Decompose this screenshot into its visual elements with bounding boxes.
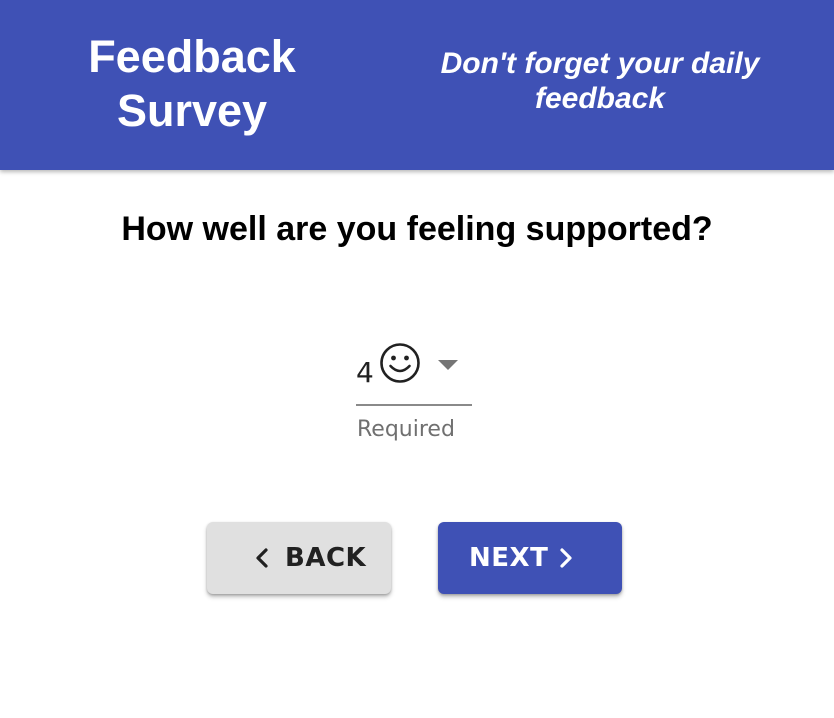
back-button-label: BACK: [285, 543, 367, 573]
next-button[interactable]: NEXT: [438, 522, 622, 594]
header-title-line-1: Feedback: [88, 31, 296, 82]
header-tagline-line-1: Don't forget your daily: [440, 47, 760, 80]
header-title: Feedback Survey: [62, 30, 322, 138]
app-header: Feedback Survey Don't forget your daily …: [0, 0, 834, 170]
rating-select-value: 4: [356, 356, 374, 389]
header-tagline: Don't forget your daily feedback: [410, 46, 790, 116]
rating-helper-text: Required: [357, 417, 455, 442]
dropdown-arrow-icon: [438, 360, 458, 370]
header-tagline-line-2: feedback: [534, 82, 666, 115]
smiley-face-icon: [380, 343, 420, 383]
back-button[interactable]: BACK: [207, 522, 391, 594]
header-title-line-2: Survey: [116, 85, 268, 136]
chevron-left-icon: [256, 548, 268, 568]
rating-select[interactable]: 4: [356, 336, 472, 406]
chevron-right-icon: [560, 548, 572, 568]
next-button-label: NEXT: [469, 543, 549, 573]
survey-question: How well are you feeling supported?: [121, 210, 713, 248]
